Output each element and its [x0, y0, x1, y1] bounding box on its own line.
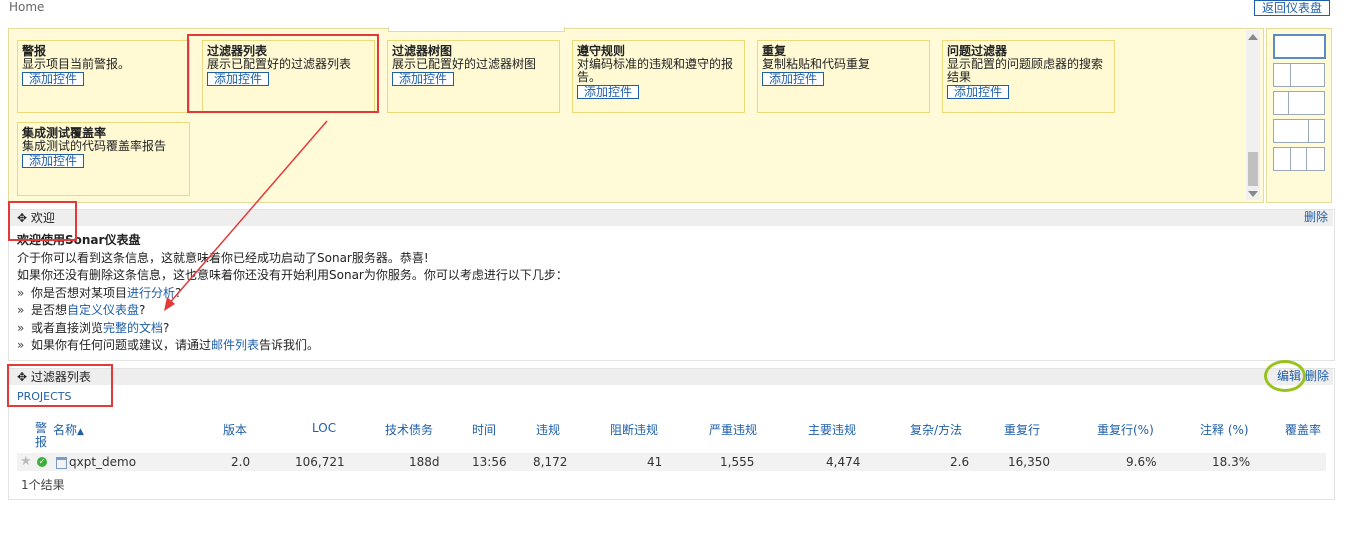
annotation-arrow	[164, 120, 328, 311]
annotation-arrow-line	[166, 120, 328, 307]
